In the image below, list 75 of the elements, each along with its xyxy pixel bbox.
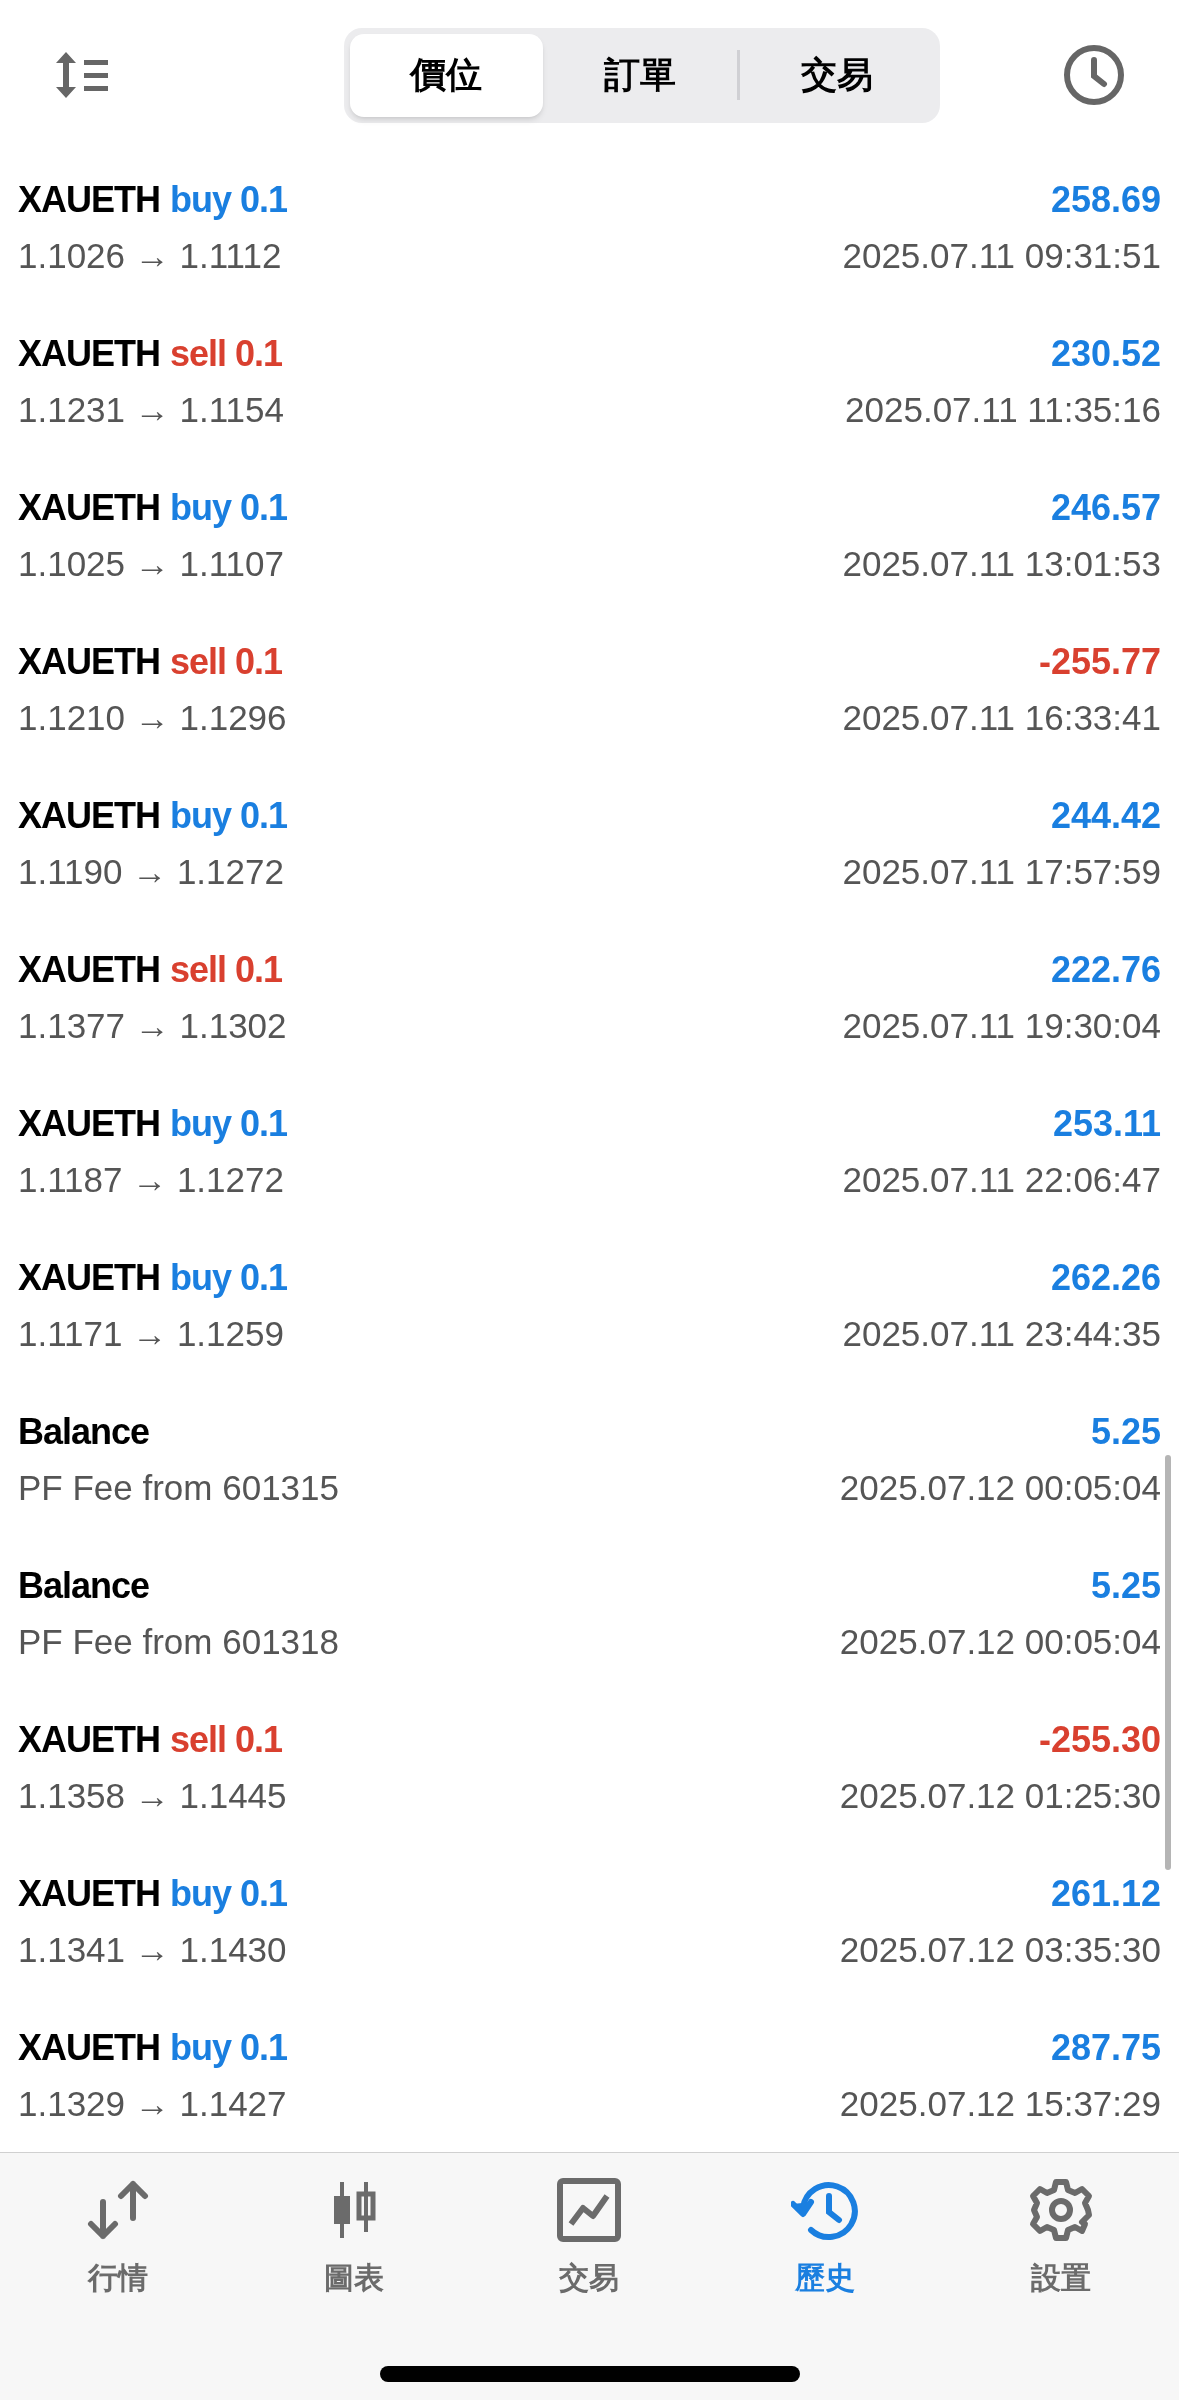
nav-tab[interactable]: 行情 [37,2177,198,2300]
nav-tab[interactable]: 圖表 [273,2177,434,2300]
clock-icon[interactable] [1063,44,1125,106]
symbol-label: XAUETH [18,1872,160,1916]
profit-amount: 253.11 [1052,1102,1161,1146]
entry-type: Balance [18,1564,150,1608]
timestamp: 2025.07.11 11:35:16 [845,388,1161,431]
symbol-label: XAUETH [18,640,160,684]
timestamp: 2025.07.11 23:44:35 [842,1312,1161,1355]
price-range: 1.1210 → 1.1296 [18,696,287,739]
price-range: 1.1025 → 1.1107 [18,542,284,585]
nav-tab[interactable]: 歷史 [745,2177,906,2300]
price-range: 1.1187 → 1.1272 [18,1158,284,1201]
timestamp: 2025.07.12 00:05:04 [839,1620,1161,1663]
order-label: buy 0.1 [170,178,288,222]
price-range: 1.1358 → 1.1445 [18,1774,287,1817]
segment-tab[interactable]: 價位 [349,33,544,117]
profit-amount: 262.26 [1050,1256,1161,1300]
profit-amount: 246.57 [1050,486,1161,530]
balance-comment: PF Fee from 601318 [18,1620,339,1663]
profit-amount: 230.52 [1050,332,1161,376]
symbol-label: XAUETH [18,1718,160,1762]
order-label: sell 0.1 [170,332,283,376]
timestamp: 2025.07.11 16:33:41 [842,696,1161,739]
nav-tab[interactable]: 設置 [981,2177,1142,2300]
entry-type: Balance [18,1410,150,1454]
profit-amount: 222.76 [1050,948,1161,992]
timestamp: 2025.07.12 00:05:04 [839,1466,1161,1509]
segment-tab[interactable]: 訂單 [543,33,737,117]
symbol-label: XAUETH [18,332,160,376]
price-range: 1.1341 → 1.1430 [18,1928,287,1971]
price-range: 1.1026 → 1.1112 [18,234,282,277]
timestamp: 2025.07.12 03:35:30 [839,1928,1161,1971]
balance-comment: PF Fee from 601315 [18,1466,339,1509]
order-label: sell 0.1 [170,948,283,992]
timestamp: 2025.07.11 09:31:51 [842,234,1161,277]
profit-amount: 5.25 [1090,1410,1161,1454]
timestamp: 2025.07.11 17:57:59 [842,850,1161,893]
symbol-label: XAUETH [18,948,160,992]
symbol-label: XAUETH [18,486,160,530]
profit-amount: 287.75 [1050,2026,1161,2070]
order-label: buy 0.1 [170,1872,288,1916]
order-label: buy 0.1 [170,486,288,530]
price-range: 1.1377 → 1.1302 [18,1004,287,1047]
price-range: 1.1190 → 1.1272 [18,850,284,893]
symbol-label: XAUETH [18,2026,160,2070]
timestamp: 2025.07.12 01:25:30 [839,1774,1161,1817]
nav-tab[interactable]: 交易 [509,2177,670,2300]
symbol-label: XAUETH [18,1102,160,1146]
order-label: buy 0.1 [170,1102,288,1146]
profit-amount: 5.25 [1090,1564,1161,1608]
timestamp: 2025.07.11 13:01:53 [842,542,1161,585]
price-range: 1.1231 → 1.1154 [18,388,284,431]
symbol-label: XAUETH [18,1256,160,1300]
profit-amount: 261.12 [1050,1872,1161,1916]
symbol-label: XAUETH [18,178,160,222]
order-label: sell 0.1 [170,640,283,684]
timestamp: 2025.07.12 15:37:29 [839,2082,1161,2125]
order-label: sell 0.1 [170,1718,283,1762]
timestamp: 2025.07.11 19:30:04 [842,1004,1161,1047]
sort-icon[interactable] [54,50,110,100]
symbol-label: XAUETH [18,794,160,838]
order-label: buy 0.1 [170,2026,288,2070]
settings-icon [1029,2178,1094,2242]
profit-amount: -255.77 [1038,640,1161,684]
profit-amount: 244.42 [1050,794,1161,838]
profit-amount: 258.69 [1050,178,1161,222]
order-label: buy 0.1 [170,794,288,838]
price-range: 1.1329 → 1.1427 [18,2082,287,2125]
segment-tab[interactable]: 交易 [739,33,934,117]
order-label: buy 0.1 [170,1256,288,1300]
price-range: 1.1171 → 1.1259 [18,1312,284,1355]
chart-icon [557,2178,622,2242]
timestamp: 2025.07.11 22:06:47 [842,1158,1161,1201]
profit-amount: -255.30 [1038,1718,1161,1762]
